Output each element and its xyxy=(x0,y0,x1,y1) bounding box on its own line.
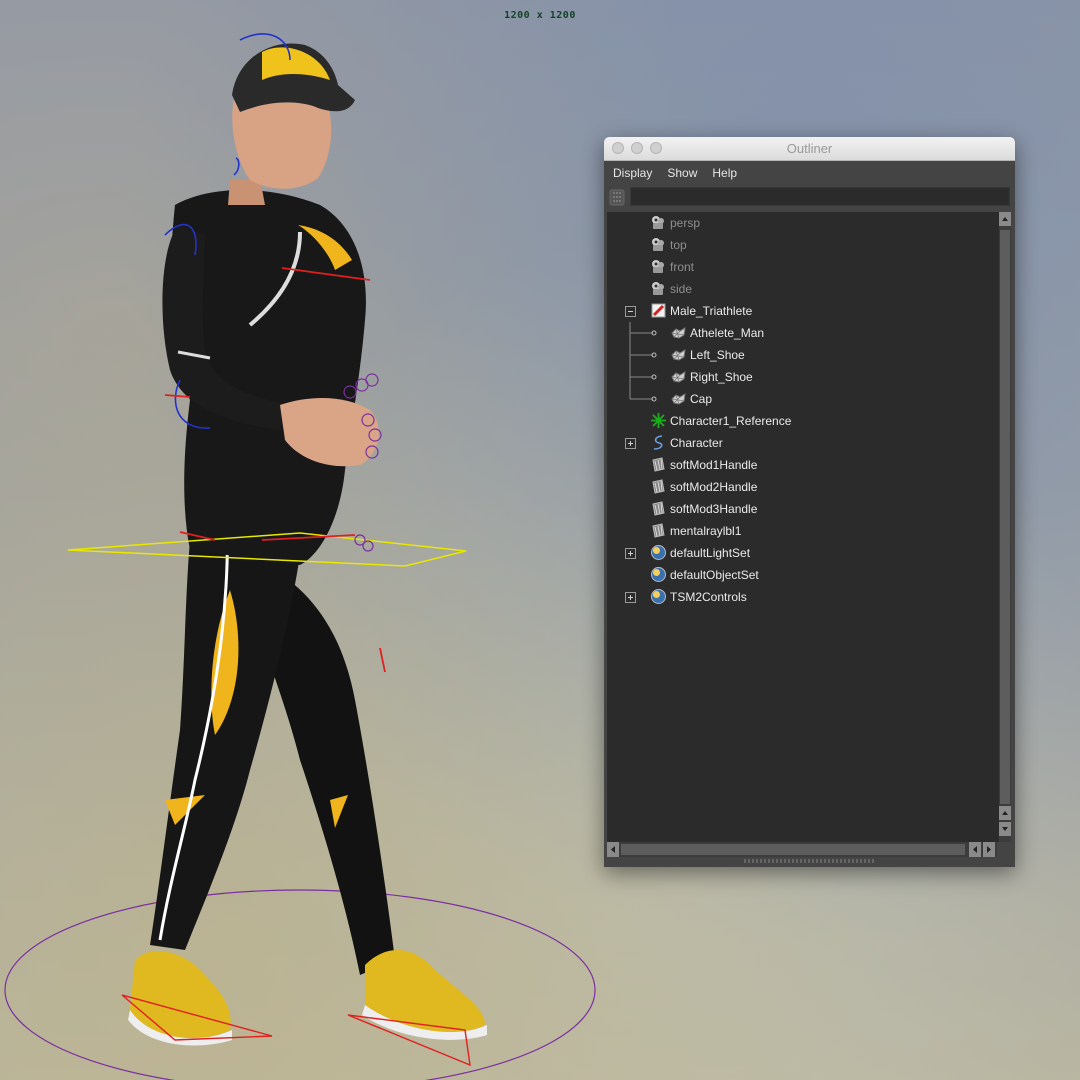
outliner-item-label: defaultLightSet xyxy=(670,546,751,560)
outliner-item-label: Athelete_Man xyxy=(690,326,765,340)
vertical-scrollbar[interactable] xyxy=(999,212,1011,842)
scroll-left-arrow-icon[interactable] xyxy=(969,842,981,857)
expand-icon[interactable] xyxy=(625,548,636,559)
outliner-item[interactable]: softMod2Handle xyxy=(607,476,999,498)
outliner-item-label: side xyxy=(670,282,693,296)
outliner-item-label: softMod2Handle xyxy=(670,480,758,494)
menu-display[interactable]: Display xyxy=(613,166,652,180)
outliner-item-label: Character xyxy=(670,436,723,450)
deformer-icon xyxy=(650,456,667,473)
menu-help[interactable]: Help xyxy=(712,166,737,180)
outliner-item[interactable]: Left_Shoe xyxy=(607,344,999,366)
mesh-icon xyxy=(670,368,687,385)
set-icon xyxy=(650,588,667,605)
outliner-item[interactable]: side xyxy=(607,278,999,300)
mesh-icon xyxy=(670,390,687,407)
search-row xyxy=(604,185,1015,210)
deformer-icon xyxy=(650,500,667,517)
outliner-item-label: defaultObjectSet xyxy=(670,568,759,582)
outliner-item[interactable]: Cap xyxy=(607,388,999,410)
outliner-item-label: softMod1Handle xyxy=(670,458,758,472)
scroll-up-arrow-icon[interactable] xyxy=(999,212,1011,226)
expand-icon[interactable] xyxy=(625,592,636,603)
mesh-icon xyxy=(670,346,687,363)
camera-icon xyxy=(650,214,667,231)
outliner-item[interactable]: softMod1Handle xyxy=(607,454,999,476)
menu-bar: Display Show Help xyxy=(604,161,1015,185)
outliner-tree[interactable]: persp top front side Male_Triathlete Athelete… xyxy=(607,212,999,842)
group-icon xyxy=(650,302,667,319)
outliner-item-label: mentalraylbl1 xyxy=(670,524,742,538)
outliner-item-label: Right_Shoe xyxy=(690,370,753,384)
outliner-item-label: Cap xyxy=(690,392,713,406)
scroll-left-arrow-icon[interactable] xyxy=(607,842,619,857)
deformer-icon xyxy=(650,478,667,495)
curve-icon xyxy=(650,434,667,451)
mesh-icon xyxy=(670,324,687,341)
horizontal-scroll-thumb[interactable] xyxy=(621,844,965,855)
outliner-item[interactable]: mentalraylbl1 xyxy=(607,520,999,542)
outliner-item[interactable]: softMod3Handle xyxy=(607,498,999,520)
outliner-item[interactable]: front xyxy=(607,256,999,278)
tree-branch-line xyxy=(629,322,657,344)
scroll-right-arrow-icon[interactable] xyxy=(983,842,995,857)
tree-branch-line xyxy=(629,388,657,402)
set-icon xyxy=(650,544,667,561)
set-icon xyxy=(650,566,667,583)
expand-icon[interactable] xyxy=(625,438,636,449)
outliner-item[interactable]: Character xyxy=(607,432,999,454)
outliner-item[interactable]: Character1_Reference xyxy=(607,410,999,432)
vertical-scroll-thumb[interactable] xyxy=(1000,230,1010,804)
camera-icon xyxy=(650,280,667,297)
outliner-item-label: persp xyxy=(670,216,701,230)
joint-icon xyxy=(650,412,667,429)
outliner-item[interactable]: Male_Triathlete xyxy=(607,300,999,322)
scroll-down-arrow-icon[interactable] xyxy=(999,822,1011,836)
tree-branch-line xyxy=(629,366,657,388)
outliner-item[interactable]: TSM2Controls xyxy=(607,586,999,608)
outliner-item[interactable]: top xyxy=(607,234,999,256)
outliner-item[interactable]: Right_Shoe xyxy=(607,366,999,388)
resize-grip[interactable] xyxy=(744,859,874,863)
outliner-item-label: Left_Shoe xyxy=(690,348,745,362)
outliner-item-label: softMod3Handle xyxy=(670,502,758,516)
search-input[interactable] xyxy=(630,187,1010,206)
outliner-item[interactable]: defaultLightSet xyxy=(607,542,999,564)
deformer-icon xyxy=(650,522,667,539)
collapse-icon[interactable] xyxy=(625,306,636,317)
scroll-up-arrow-icon[interactable] xyxy=(999,806,1011,820)
outliner-item[interactable]: Athelete_Man xyxy=(607,322,999,344)
outliner-item-label: TSM2Controls xyxy=(670,590,747,604)
camera-icon xyxy=(650,258,667,275)
camera-icon xyxy=(650,236,667,253)
outliner-item-label: Character1_Reference xyxy=(670,414,792,428)
search-filter-icon[interactable] xyxy=(609,189,625,206)
window-title: Outliner xyxy=(786,141,833,156)
tree-branch-line xyxy=(629,344,657,366)
outliner-item[interactable]: defaultObjectSet xyxy=(607,564,999,586)
outliner-window[interactable]: Outliner Display Show Help persp top front… xyxy=(604,137,1015,867)
ground-control-circle xyxy=(4,889,596,1080)
horizontal-scrollbar[interactable] xyxy=(607,842,997,857)
outliner-tree-panel: persp top front side Male_Triathlete Athelete… xyxy=(607,212,1011,842)
outliner-item-label: top xyxy=(670,238,687,252)
outliner-item[interactable]: persp xyxy=(607,212,999,234)
menu-show[interactable]: Show xyxy=(667,166,697,180)
outliner-item-label: front xyxy=(670,260,695,274)
character-model[interactable] xyxy=(0,0,600,1080)
title-bar[interactable]: Outliner xyxy=(604,137,1015,161)
outliner-item-label: Male_Triathlete xyxy=(670,304,753,318)
